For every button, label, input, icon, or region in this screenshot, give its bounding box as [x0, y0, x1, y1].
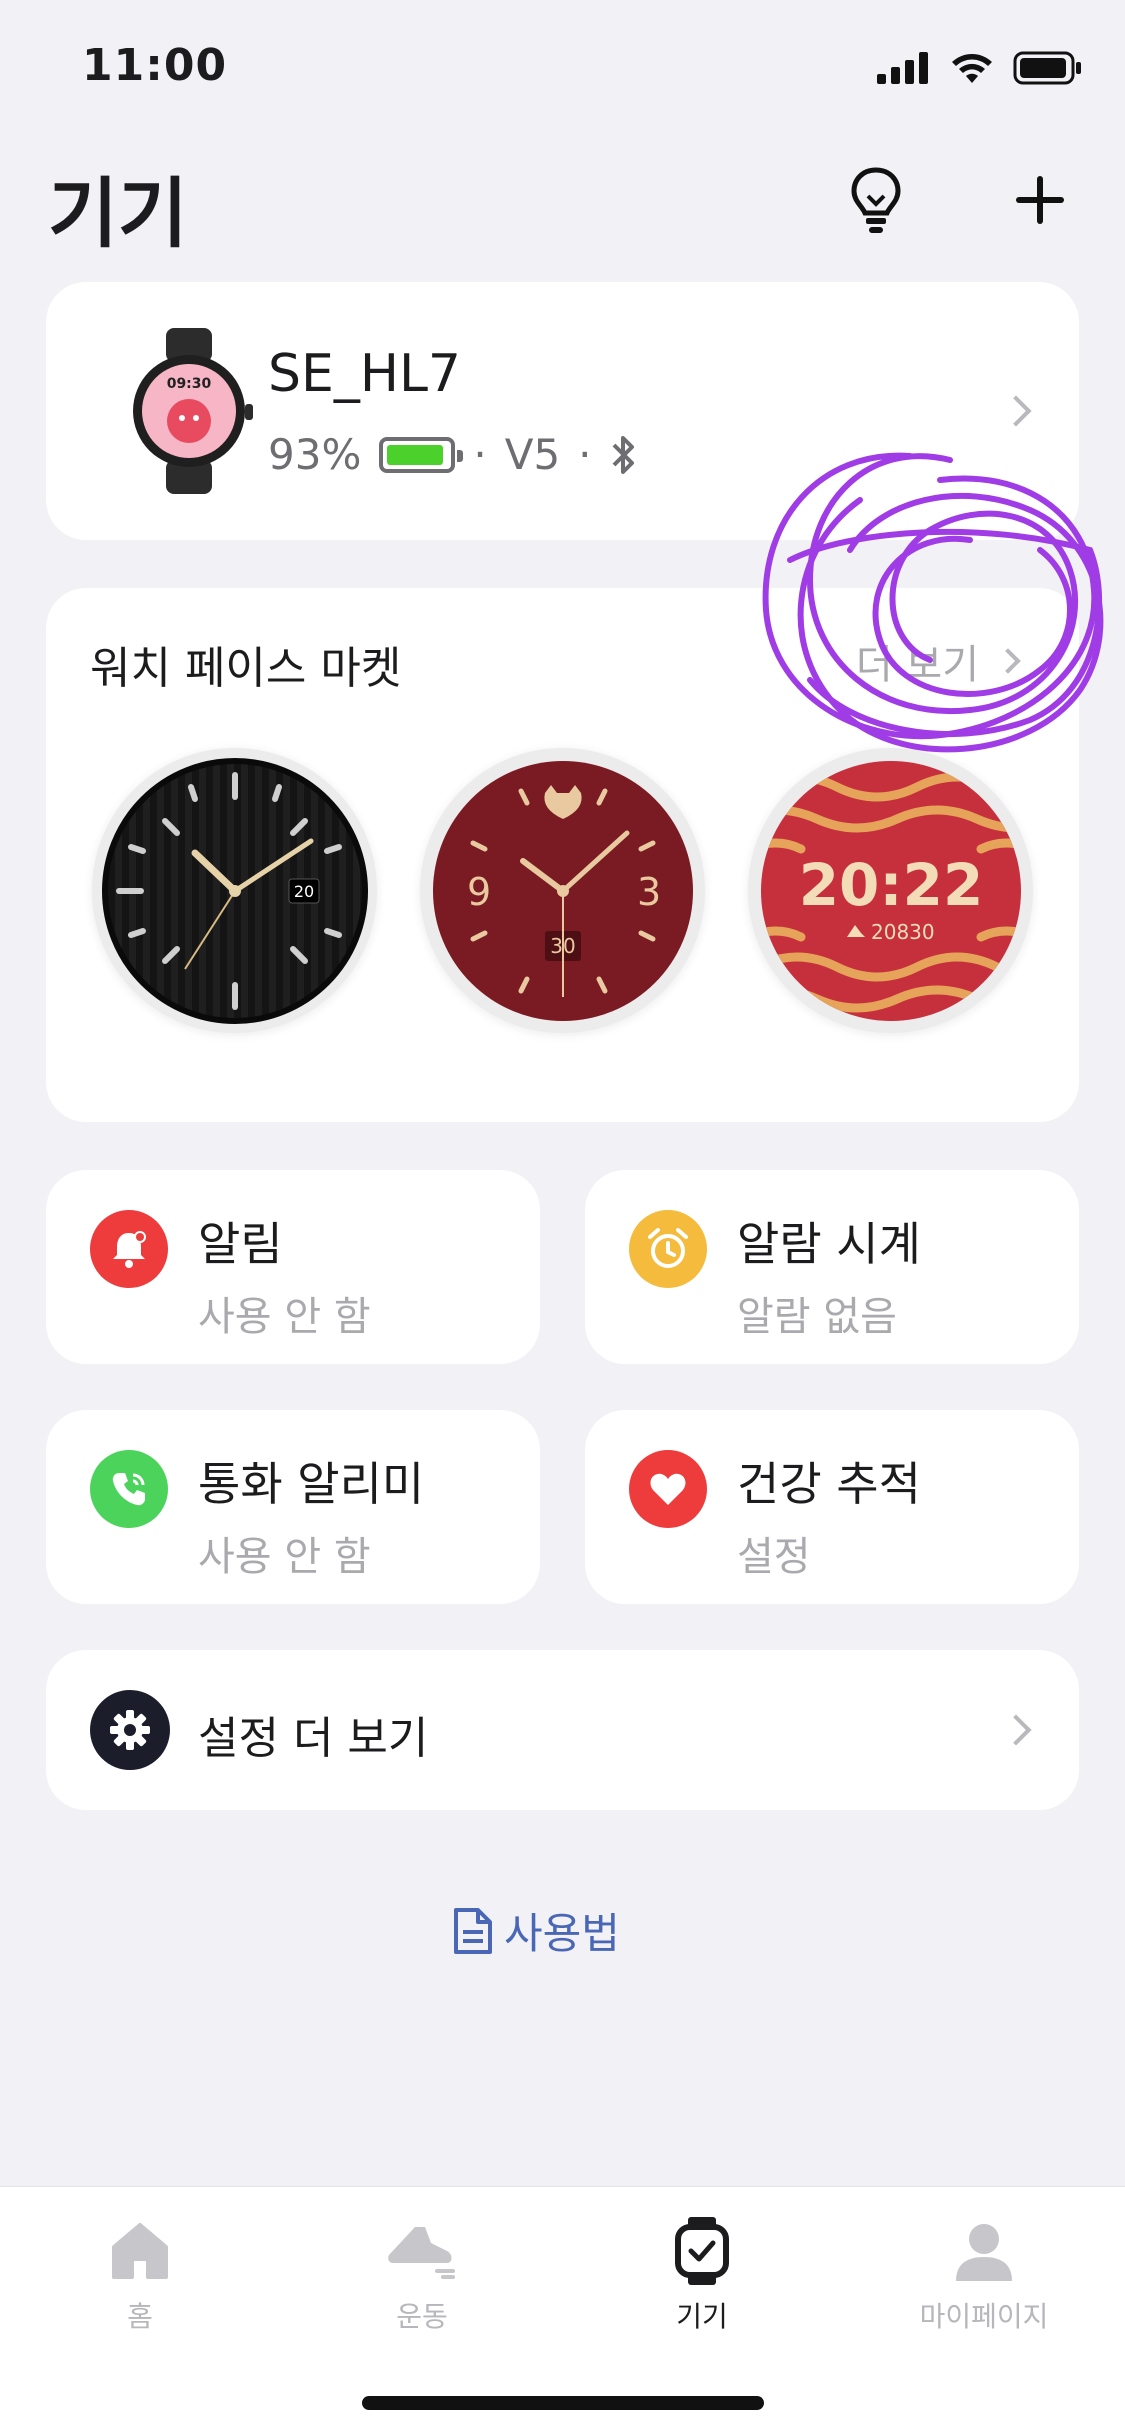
- tile-subtitle: 설정: [737, 1534, 811, 1580]
- heart-icon: [629, 1450, 707, 1528]
- watch-screen-time: 09:30: [167, 376, 212, 392]
- face-time: 20:22: [798, 851, 983, 919]
- watch-face-tiger-red-analog[interactable]: 9 3 30: [420, 748, 705, 1033]
- alarm-clock-icon: [629, 1210, 707, 1288]
- running-shoe-icon: [322, 2211, 522, 2291]
- tip-button[interactable]: [838, 162, 914, 238]
- watch-icon: [602, 2211, 802, 2291]
- watch-face-graphic: 20:22 20830: [760, 760, 1021, 1021]
- battery-icon: [379, 436, 464, 473]
- nav-label: 운동: [396, 2300, 448, 2333]
- device-info: 93% · V5 ·: [268, 430, 636, 479]
- more-settings-label: 설정 더 보기: [198, 1713, 429, 1764]
- nav-item-home[interactable]: 홈: [40, 2211, 240, 2335]
- firmware-version: V5: [504, 430, 561, 479]
- nav-item-my-page[interactable]: 마이페이지: [884, 2211, 1084, 2335]
- market-more-link[interactable]: 더 보기: [855, 632, 1021, 690]
- bluetooth-icon: [612, 435, 634, 474]
- face-steps: 20830: [871, 920, 935, 944]
- nav-item-exercise[interactable]: 운동: [322, 2211, 522, 2335]
- status-bar: 11:00: [0, 0, 1125, 140]
- face-numeral-9: 9: [467, 870, 491, 914]
- tile-call-alert[interactable]: 통화 알리미 사용 안 함: [46, 1410, 540, 1604]
- nav-label: 기기: [676, 2300, 728, 2333]
- user-guide-label: 사용법: [504, 1909, 620, 1958]
- gear-icon: [90, 1690, 170, 1770]
- phone-icon: [90, 1450, 168, 1528]
- nav-label: 홈: [127, 2300, 153, 2333]
- tile-alarm-clock[interactable]: 알람 시계 알람 없음: [585, 1170, 1079, 1364]
- chevron-right-icon: [995, 648, 1021, 674]
- watch-face-market-card: 워치 페이스 마켓 더 보기 20 9 3 30 20:22 20830: [46, 588, 1079, 1122]
- person-icon: [884, 2211, 1084, 2291]
- tile-subtitle: 사용 안 함: [198, 1534, 371, 1580]
- home-icon: [40, 2211, 240, 2291]
- battery-percent: 93%: [268, 430, 362, 479]
- add-device-button[interactable]: [1002, 162, 1078, 238]
- chevron-right-icon: [1000, 1714, 1032, 1746]
- watch-face-graphic: 20: [101, 757, 368, 1024]
- tile-title: 알람 시계: [737, 1217, 921, 1271]
- watch-face-tiger-stripe-digital[interactable]: 20:22 20830: [748, 748, 1033, 1033]
- page-title: 기기: [48, 169, 188, 258]
- face-numeral-3: 3: [637, 870, 661, 914]
- tile-notifications[interactable]: 알림 사용 안 함: [46, 1170, 540, 1364]
- lightbulb-icon: [851, 167, 901, 233]
- tile-title: 알림: [198, 1217, 283, 1271]
- market-title: 워치 페이스 마켓: [90, 643, 402, 694]
- watch-face-graphic: 9 3 30: [432, 760, 693, 1021]
- tile-title: 건강 추적: [737, 1457, 921, 1511]
- smartwatch-image: 09:30: [133, 328, 253, 494]
- watch-face-black-analog[interactable]: 20: [92, 748, 377, 1033]
- tile-health-tracking[interactable]: 건강 추적 설정: [585, 1410, 1079, 1604]
- page-header: 기기: [0, 140, 1125, 260]
- nav-label: 마이페이지: [919, 2300, 1049, 2333]
- chevron-right-icon: [1000, 395, 1032, 427]
- wifi-icon: [952, 54, 992, 83]
- device-name: SE_HL7: [268, 344, 462, 404]
- status-time: 11:00: [82, 40, 228, 91]
- battery-status-icon: [1013, 51, 1081, 85]
- separator: ·: [578, 430, 592, 479]
- cellular-signal-icon: [877, 52, 928, 84]
- bell-icon: [90, 1210, 168, 1288]
- plus-icon: [1016, 176, 1064, 224]
- status-icons: [877, 48, 1083, 88]
- user-guide-link[interactable]: 사용법: [452, 1900, 620, 1961]
- tile-subtitle: 사용 안 함: [198, 1294, 371, 1340]
- separator: ·: [473, 430, 487, 479]
- face-date: 20: [293, 882, 313, 901]
- battery-fill: [387, 444, 444, 465]
- nav-item-device[interactable]: 기기: [602, 2211, 802, 2335]
- document-icon: [454, 1907, 492, 1954]
- tile-title: 통화 알리미: [198, 1457, 425, 1511]
- more-label: 더 보기: [855, 642, 979, 688]
- device-card[interactable]: 09:30 SE_HL7 93% · V5 ·: [46, 282, 1079, 540]
- tile-subtitle: 알람 없음: [737, 1294, 897, 1340]
- home-indicator: [362, 2396, 764, 2410]
- more-settings-row[interactable]: 설정 더 보기: [46, 1650, 1079, 1810]
